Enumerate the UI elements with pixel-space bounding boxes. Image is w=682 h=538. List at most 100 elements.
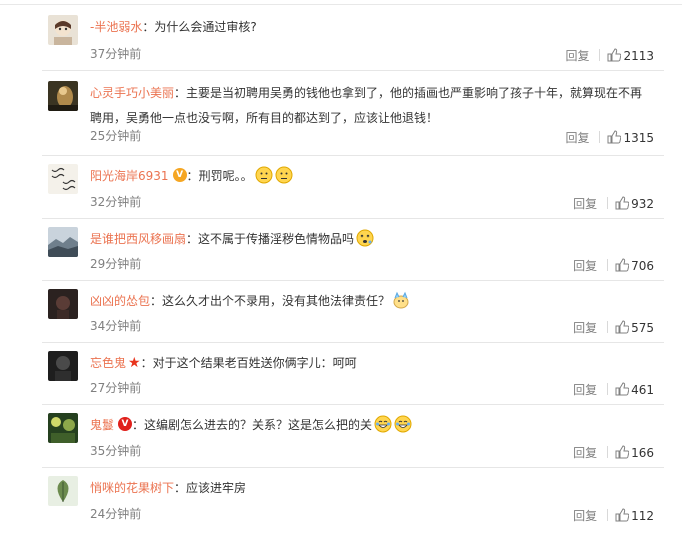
reply-button[interactable]: 回复 — [565, 49, 589, 63]
like-count: 166 — [631, 446, 654, 460]
divider — [607, 509, 609, 521]
divider — [599, 49, 601, 61]
avatar[interactable] — [48, 15, 78, 45]
username-link[interactable]: 鬼鬘 — [90, 418, 114, 432]
comment-item: 悄咪的花果树下：应该进牢房 24分钟前 回复 112 — [42, 476, 664, 530]
comment-actions: 回复 575 — [573, 320, 654, 336]
comment-text: 这编剧怎么进去的？关系？这是怎么把的关 — [144, 418, 373, 432]
username-link[interactable]: 凶凶的怂包 — [90, 294, 150, 308]
avatar[interactable] — [48, 81, 78, 111]
comment-text: 这么久才出个不录用，没有其他法律责任？ — [162, 294, 391, 308]
comment-content: 凶凶的怂包：这么久才出个不录用，没有其他法律责任？ — [90, 289, 654, 314]
comment-text: 应该进牢房 — [186, 481, 247, 495]
like-button[interactable]: 1315 — [607, 130, 654, 145]
comment-time: 24分钟前 — [90, 507, 142, 521]
comment-item: -半池弱水：为什么会通过审核? 37分钟前 回复 2113 — [42, 15, 664, 71]
like-button[interactable]: 932 — [615, 196, 654, 211]
laugh-cry-emoji-icon — [374, 415, 392, 433]
thumbs-up-icon — [615, 508, 630, 522]
like-count: 461 — [631, 383, 654, 397]
like-button[interactable]: 112 — [615, 508, 654, 523]
like-count: 112 — [631, 509, 654, 523]
comment-time: 25分钟前 — [90, 129, 142, 143]
username-link[interactable]: 是谁把西风移画扇 — [90, 232, 186, 246]
comment-actions: 回复 706 — [573, 258, 654, 274]
divider — [607, 197, 609, 209]
username-link[interactable]: 悄咪的花果树下 — [90, 481, 174, 495]
like-button[interactable]: 166 — [615, 445, 654, 460]
username-link[interactable]: 阳光海岸6931 — [90, 169, 169, 183]
verified-gold-badge-icon[interactable] — [172, 168, 187, 182]
divider — [607, 321, 609, 333]
avatar[interactable] — [48, 227, 78, 257]
comment-text: 对于这个结果老百姓送你俩字儿：呵呵 — [152, 356, 357, 370]
comment-content: 是谁把西风移画扇：这不属于传播淫秽色情物品吗 — [90, 227, 654, 252]
username-link[interactable]: 心灵手巧小美丽 — [90, 86, 174, 100]
star-badge-icon[interactable]: ★ — [128, 355, 141, 371]
comment-actions: 回复 461 — [573, 382, 654, 398]
clipped-header-strip — [0, 0, 682, 5]
thumbs-up-icon — [607, 48, 622, 62]
divider — [607, 259, 609, 271]
like-count: 575 — [631, 321, 654, 335]
weibo-comment-list-page: { "labels": { "reply": "回复" }, "colors":… — [0, 0, 682, 538]
username-link[interactable]: -半池弱水 — [90, 20, 142, 34]
comment-time: 27分钟前 — [90, 381, 142, 395]
comment-text: 为什么会通过审核? — [154, 20, 257, 34]
avatar[interactable] — [48, 413, 78, 443]
comment-content: 悄咪的花果树下：应该进牢房 — [90, 481, 247, 495]
like-button[interactable]: 706 — [615, 258, 654, 273]
comment-actions: 回复 1315 — [565, 130, 654, 146]
avatar[interactable] — [48, 164, 78, 194]
reply-button[interactable]: 回复 — [565, 131, 589, 145]
comment-item: 阳光海岸6931：刑罚呢。。 32分钟前 回复 932 — [42, 164, 664, 219]
comment-time: 35分钟前 — [90, 444, 142, 458]
thinking-emoji-icon — [275, 166, 293, 184]
comment-actions: 回复 2113 — [565, 48, 654, 64]
username-link[interactable]: 忘色鬼 — [90, 356, 126, 370]
thumbs-up-icon — [607, 130, 622, 144]
thumbs-up-icon — [615, 320, 630, 334]
avatar[interactable] — [48, 351, 78, 381]
like-count: 1315 — [623, 131, 654, 145]
thumbs-up-icon — [615, 196, 630, 210]
like-count: 932 — [631, 197, 654, 211]
divider — [607, 383, 609, 395]
reply-button[interactable]: 回复 — [573, 259, 597, 273]
comment-item: 忘色鬼 ★：对于这个结果老百姓送你俩字儿：呵呵 27分钟前 回复 461 — [42, 351, 664, 405]
thumbs-up-icon — [615, 258, 630, 272]
reply-button[interactable]: 回复 — [573, 321, 597, 335]
reply-button[interactable]: 回复 — [573, 197, 597, 211]
comment-time: 34分钟前 — [90, 319, 142, 333]
dizzy-emoji-icon — [356, 229, 374, 247]
divider — [599, 131, 601, 143]
doge-emoji-icon — [393, 291, 409, 309]
thumbs-up-icon — [615, 445, 630, 459]
comment-actions: 回复 932 — [573, 196, 654, 212]
comment-item: 是谁把西风移画扇：这不属于传播淫秽色情物品吗 29分钟前 回复 706 — [42, 227, 664, 281]
comment-item: 心灵手巧小美丽：主要是当初聘用吴勇的钱他也拿到了，他的插画也严重影响了孩子十年，… — [42, 81, 664, 156]
avatar[interactable] — [48, 289, 78, 319]
like-button[interactable]: 2113 — [607, 48, 654, 63]
verified-red-badge-icon[interactable] — [118, 417, 133, 431]
comment-content: 心灵手巧小美丽：主要是当初聘用吴勇的钱他也拿到了，他的插画也严重影响了孩子十年，… — [90, 86, 643, 125]
comment-time: 37分钟前 — [90, 47, 142, 61]
reply-button[interactable]: 回复 — [573, 509, 597, 523]
like-button[interactable]: 575 — [615, 320, 654, 335]
reply-button[interactable]: 回复 — [573, 383, 597, 397]
comment-text: 刑罚呢。。 — [198, 169, 253, 183]
comment-text: 这不属于传播淫秽色情物品吗 — [198, 232, 355, 246]
reply-button[interactable]: 回复 — [573, 446, 597, 460]
comment-item: 鬼鬘：这编剧怎么进去的？关系？这是怎么把的关 35分钟前 回复 166 — [42, 413, 664, 468]
avatar[interactable] — [48, 476, 78, 506]
comment-actions: 回复 112 — [573, 508, 654, 524]
laugh-cry-emoji-icon — [394, 415, 412, 433]
divider — [607, 446, 609, 458]
like-count: 2113 — [623, 49, 654, 63]
comment-item: 凶凶的怂包：这么久才出个不录用，没有其他法律责任？ 34分钟前 回复 575 — [42, 289, 664, 343]
comment-content: 鬼鬘：这编剧怎么进去的？关系？这是怎么把的关 — [90, 413, 654, 438]
like-button[interactable]: 461 — [615, 382, 654, 397]
comment-content: -半池弱水：为什么会通过审核? — [90, 20, 257, 34]
comment-content: 阳光海岸6931：刑罚呢。。 — [90, 164, 654, 189]
comment-time: 32分钟前 — [90, 195, 142, 209]
